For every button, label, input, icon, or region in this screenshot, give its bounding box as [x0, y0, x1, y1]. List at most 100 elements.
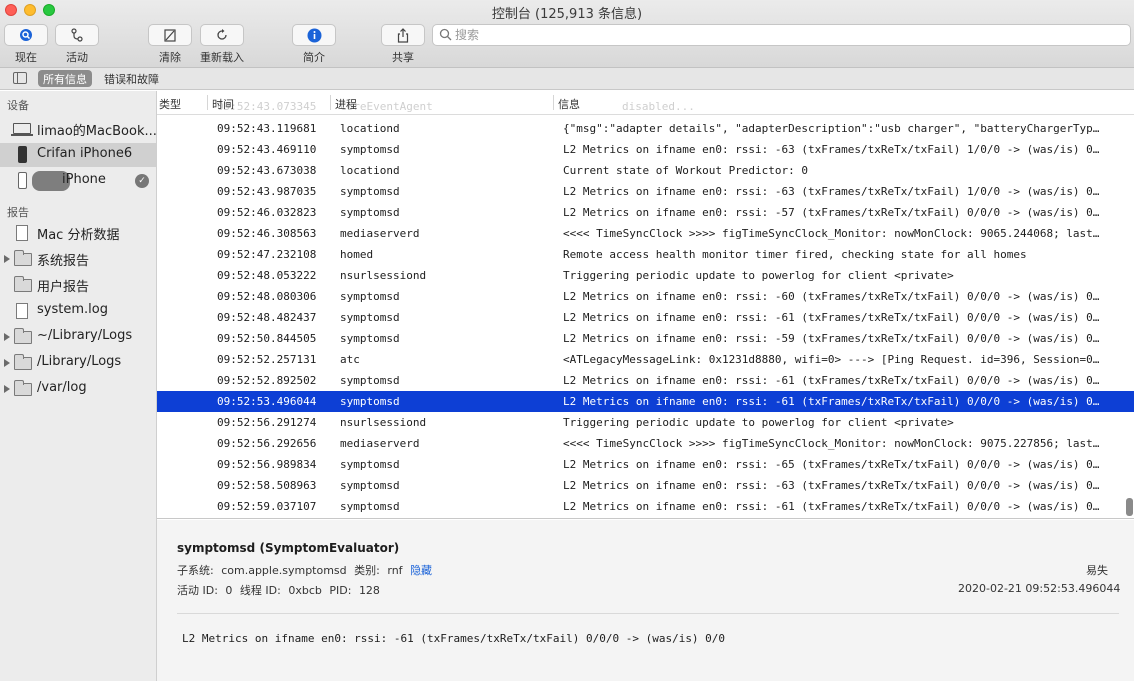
activity-button[interactable] [55, 24, 99, 46]
column-divider[interactable] [207, 95, 208, 110]
sidebar-item-label: 系统报告 [37, 254, 90, 269]
table-row[interactable]: 09:52:58.508963 symptomsd L2 Metrics on if… [157, 475, 1134, 496]
tab-all-messages[interactable]: 所有信息 [38, 70, 92, 87]
table-row[interactable]: 09:52:52.892502 symptomsd L2 Metrics on if… [157, 370, 1134, 391]
sidebar-toggle-icon[interactable] [13, 72, 27, 84]
sidebar-item-user-library-logs[interactable]: ~/Library/Logs [0, 325, 156, 349]
row-time: 09:52:48.482437 [217, 311, 317, 324]
iphone-icon [18, 172, 27, 189]
now-button[interactable] [4, 24, 48, 46]
sidebar-item-user-reports[interactable]: 用户报告 [0, 273, 156, 297]
row-process: nsurlsessiond [340, 416, 427, 429]
column-divider[interactable] [330, 95, 331, 110]
column-header-time[interactable]: 时间 [212, 96, 234, 112]
reload-icon [217, 29, 227, 40]
row-time: 09:52:48.080306 [217, 290, 317, 303]
disclosure-triangle-icon[interactable] [4, 333, 10, 341]
disclosure-triangle-icon[interactable] [4, 255, 10, 263]
table-row[interactable]: 09:52:43.119681 locationd {"msg":"adapter … [157, 118, 1134, 139]
hide-link[interactable]: 隐藏 [410, 564, 432, 577]
row-process: homed [340, 248, 374, 261]
row-process: locationd [340, 164, 400, 177]
detail-timestamp: 2020-02-21 09:52:53.496044 [958, 582, 1121, 595]
share-button[interactable] [381, 24, 425, 46]
row-time: 09:52:56.989834 [217, 458, 317, 471]
table-row[interactable]: 09:52:43.673038 locationd Current state of… [157, 160, 1134, 181]
column-header-process[interactable]: 进程 [335, 96, 357, 112]
sidebar-item-crifan-iphone6[interactable]: Crifan iPhone6 [0, 143, 156, 167]
reports-header: 报告 [7, 206, 29, 219]
column-divider[interactable] [553, 95, 554, 110]
table-row[interactable]: 09:52:48.482437 symptomsd L2 Metrics on if… [157, 307, 1134, 328]
table-row[interactable]: 09:52:50.844505 symptomsd L2 Metrics on if… [157, 328, 1134, 349]
tab-errors-faults[interactable]: 错误和故障 [99, 70, 164, 87]
row-time: 09:52:43.987035 [217, 185, 317, 198]
table-row[interactable]: 09:52:53.496044 symptomsd L2 Metrics on if… [157, 391, 1134, 412]
sidebar-item-system-reports[interactable]: 系统报告 [0, 247, 156, 271]
sidebar-item-macbook[interactable]: limao的MacBook... [0, 117, 157, 141]
column-header-message[interactable]: 信息 [558, 96, 580, 112]
row-message: {"msg":"adapter details", "adapterDescri… [563, 122, 1100, 135]
table-row[interactable]: 09:52:56.292656 mediaserverd <<<< TimeSync… [157, 433, 1134, 454]
sidebar-item-library-logs[interactable]: /Library/Logs [0, 351, 156, 375]
thread-id-label: 线程 ID: [239, 584, 281, 597]
disclosure-triangle-icon[interactable] [4, 385, 10, 393]
detail-divider [177, 613, 1119, 614]
row-message: Triggering periodic update to powerlog f… [563, 416, 954, 429]
row-process: symptomsd [340, 500, 400, 513]
table-row[interactable]: 09:52:48.053222 nsurlsessiond Triggering p… [157, 265, 1134, 286]
log-table[interactable]: 09:52:43.073345 CoreEventAgent disabled.… [157, 91, 1134, 519]
row-time: 09:52:43.119681 [217, 122, 317, 135]
sidebar-item-iphone[interactable]: iPhone ✓ [0, 169, 156, 193]
search-icon [439, 28, 452, 41]
sidebar-item-system-log[interactable]: system.log [0, 299, 156, 323]
row-process: symptomsd [340, 458, 400, 471]
clear-button[interactable] [148, 24, 192, 46]
info-icon [307, 28, 321, 42]
row-process: symptomsd [340, 185, 400, 198]
sidebar-item-label: /var/log [37, 380, 87, 395]
row-message: L2 Metrics on ifname en0: rssi: -61 (txF… [563, 311, 1100, 324]
sidebar-item-mac-analytics[interactable]: Mac 分析数据 [0, 221, 156, 245]
row-process: mediaserverd [340, 227, 420, 240]
table-row[interactable]: 09:52:52.257131 atc <ATLegacyMessageLink: … [157, 349, 1134, 370]
table-row[interactable]: 09:52:43.469110 symptomsd L2 Metrics on if… [157, 139, 1134, 160]
folder-icon [14, 250, 32, 266]
row-time: 09:52:43.673038 [217, 164, 317, 177]
table-row[interactable]: 09:52:46.308563 mediaserverd <<<< TimeSync… [157, 223, 1134, 244]
table-row[interactable]: 09:52:48.080306 symptomsd L2 Metrics on if… [157, 286, 1134, 307]
log-rows: 09:52:43.119681 locationd {"msg":"adapter … [157, 118, 1134, 517]
document-icon [16, 303, 28, 319]
table-row[interactable]: 09:52:56.989834 symptomsd L2 Metrics on if… [157, 454, 1134, 475]
search-field[interactable] [432, 24, 1131, 46]
vertical-scrollbar-thumb[interactable] [1126, 498, 1133, 516]
row-message: Remote access health monitor timer fired… [563, 248, 1027, 261]
row-time: 09:52:47.232108 [217, 248, 317, 261]
row-time: 09:52:50.844505 [217, 332, 317, 345]
row-message: Triggering periodic update to powerlog f… [563, 269, 954, 282]
device-status-badge[interactable]: ✓ [135, 174, 149, 188]
subsystem-value: com.apple.symptomsd [221, 564, 347, 577]
table-row[interactable]: 09:52:47.232108 homed Remote access health… [157, 244, 1134, 265]
row-message: L2 Metrics on ifname en0: rssi: -61 (txF… [563, 395, 1100, 408]
table-row[interactable]: 09:52:43.987035 symptomsd L2 Metrics on if… [157, 181, 1134, 202]
sidebar-item-var-log[interactable]: /var/log [0, 377, 156, 401]
row-process: symptomsd [340, 395, 400, 408]
search-input[interactable] [455, 26, 1115, 44]
table-row[interactable]: 09:52:56.291274 nsurlsessiond Triggering p… [157, 412, 1134, 433]
now-icon [20, 29, 32, 41]
window-title: 控制台 (125,913 条信息) [491, 7, 643, 22]
table-row[interactable]: 09:52:46.032823 symptomsd L2 Metrics on if… [157, 202, 1134, 223]
devices-header: 设备 [7, 99, 29, 112]
info-button[interactable] [292, 24, 336, 46]
column-header-type[interactable]: 类型 [159, 96, 181, 112]
thread-id-value: 0xbcb [288, 584, 322, 597]
scope-bar: 所有信息 错误和故障 [0, 68, 1134, 90]
sidebar-item-label: Crifan iPhone6 [37, 146, 133, 161]
reload-button[interactable] [200, 24, 244, 46]
row-message: L2 Metrics on ifname en0: rssi: -65 (txF… [563, 458, 1100, 471]
activity-id-value: 0 [225, 584, 233, 597]
toolbar: 控制台 (125,913 条信息) 现在 活动 清除 重新载入 简介 共享 搜索 [0, 0, 1134, 68]
table-row[interactable]: 09:52:59.037107 symptomsd L2 Metrics on if… [157, 496, 1134, 517]
disclosure-triangle-icon[interactable] [4, 359, 10, 367]
